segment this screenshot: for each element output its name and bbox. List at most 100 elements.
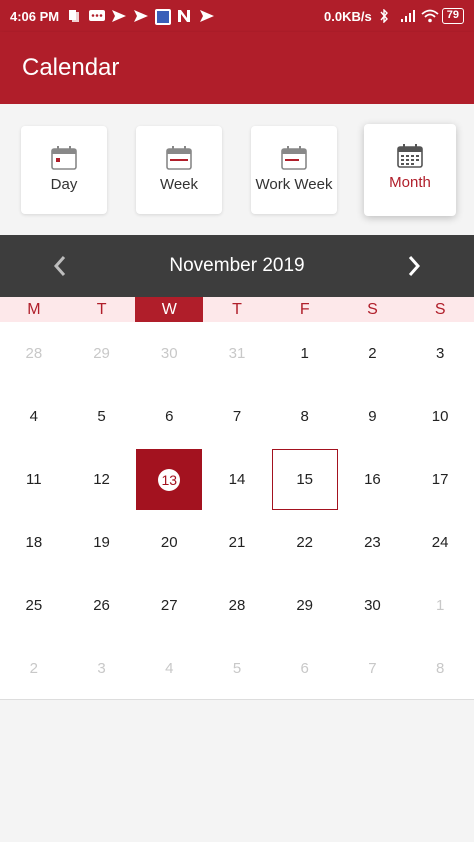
day-cell[interactable]: 28: [203, 574, 271, 637]
view-month-label: Month: [389, 174, 431, 191]
day-cell[interactable]: 28: [0, 322, 68, 385]
previous-month-button[interactable]: [46, 252, 74, 280]
day-cell[interactable]: 8: [271, 385, 339, 448]
day-cell[interactable]: 18: [0, 511, 68, 574]
day-cell[interactable]: 4: [0, 385, 68, 448]
month-header: November 2019: [0, 235, 474, 297]
send-icon: [199, 9, 215, 23]
weekday-label: W: [135, 297, 204, 322]
day-number: 11: [26, 471, 42, 488]
day-cell[interactable]: 21: [203, 511, 271, 574]
day-cell-today[interactable]: 15: [271, 448, 339, 511]
day-number: 8: [435, 660, 445, 677]
send-icon: [111, 9, 127, 23]
day-cell[interactable]: 7: [339, 637, 407, 700]
day-cell[interactable]: 7: [203, 385, 271, 448]
day-number: 30: [364, 597, 381, 614]
day-cell[interactable]: 6: [135, 385, 203, 448]
day-cell[interactable]: 4: [135, 637, 203, 700]
view-work-week-button[interactable]: Work Week: [251, 126, 337, 214]
view-work-week-label: Work Week: [255, 176, 333, 193]
day-number: 4: [29, 408, 39, 425]
day-cell[interactable]: 25: [0, 574, 68, 637]
day-number: 19: [93, 534, 110, 551]
day-number: 16: [364, 471, 381, 488]
view-week-label: Week: [159, 176, 199, 193]
day-number: 23: [364, 534, 381, 551]
day-cell[interactable]: 5: [203, 637, 271, 700]
day-cell[interactable]: 1: [271, 322, 339, 385]
day-cell[interactable]: 27: [135, 574, 203, 637]
day-cell[interactable]: 5: [68, 385, 136, 448]
day-cell[interactable]: 23: [339, 511, 407, 574]
weekday-header: MTWTFSS: [0, 297, 474, 322]
view-day-button[interactable]: Day: [21, 126, 107, 214]
day-number: 24: [431, 534, 449, 551]
app-bar: Calendar: [0, 32, 474, 104]
day-cell[interactable]: 6: [271, 637, 339, 700]
calendar-month-icon: [397, 144, 423, 168]
day-cell[interactable]: 24: [406, 511, 474, 574]
next-month-button[interactable]: [400, 252, 428, 280]
day-cell[interactable]: 12: [68, 448, 136, 511]
send-icon: [133, 9, 149, 23]
day-cell[interactable]: 1: [406, 574, 474, 637]
day-cell[interactable]: 3: [68, 637, 136, 700]
day-cell[interactable]: 29: [68, 322, 136, 385]
day-number: 14: [228, 471, 246, 488]
day-cell[interactable]: 2: [339, 322, 407, 385]
day-number: 2: [368, 345, 377, 362]
day-number: 4: [165, 660, 174, 677]
view-month-button[interactable]: Month: [364, 124, 456, 216]
day-cell[interactable]: 17: [406, 448, 474, 511]
view-week-button[interactable]: Week: [136, 126, 222, 214]
day-number: 18: [25, 534, 43, 551]
day-cell[interactable]: 16: [339, 448, 407, 511]
app-icon: [155, 9, 172, 25]
news-icon: [177, 9, 191, 23]
weekday-label: S: [434, 301, 446, 318]
month-grid: 28 29 30 31 1 2 3 4 5 6 7 8 9 10 11 12 13 14 15 16 17 18 19 20 2…: [0, 322, 474, 700]
wifi-icon: [421, 9, 439, 23]
day-number: 13: [158, 468, 181, 491]
day-number: 6: [300, 660, 309, 677]
day-cell[interactable]: 26: [68, 574, 136, 637]
day-number: 29: [93, 345, 110, 362]
day-cell-selected[interactable]: 13: [135, 448, 203, 511]
day-number: 15: [296, 471, 314, 488]
day-cell[interactable]: 14: [203, 448, 271, 511]
day-cell[interactable]: 22: [271, 511, 339, 574]
calendar-day-icon: [51, 146, 77, 170]
app-title: Calendar: [22, 54, 120, 81]
day-number: 6: [165, 408, 174, 425]
calendar-week-icon: [166, 146, 192, 170]
weekday-label: T: [96, 301, 107, 318]
day-number: 30: [160, 345, 178, 362]
weekday-label: F: [299, 301, 310, 318]
network-speed: 0.0KB/s: [324, 8, 372, 24]
month-title: November 2019: [169, 255, 305, 276]
day-cell[interactable]: 29: [271, 574, 339, 637]
day-cell[interactable]: 2: [0, 637, 68, 700]
day-cell[interactable]: 20: [135, 511, 203, 574]
day-cell[interactable]: 11: [0, 448, 68, 511]
day-number: 25: [25, 597, 43, 614]
battery-icon: 79: [441, 8, 464, 24]
day-cell[interactable]: 8: [406, 637, 474, 700]
weekday-label: T: [232, 301, 242, 318]
day-cell[interactable]: 31: [203, 322, 271, 385]
day-number: 1: [300, 345, 309, 362]
day-number: 3: [97, 660, 106, 677]
day-cell[interactable]: 9: [339, 385, 407, 448]
day-number: 20: [160, 534, 178, 551]
status-time: 4:06 PM: [10, 8, 60, 24]
day-number: 22: [296, 534, 314, 551]
day-cell[interactable]: 19: [68, 511, 136, 574]
day-number: 1: [435, 597, 445, 614]
day-cell[interactable]: 3: [406, 322, 474, 385]
weekday-label: S: [367, 301, 378, 318]
day-cell[interactable]: 30: [339, 574, 407, 637]
day-cell[interactable]: 30: [135, 322, 203, 385]
day-number: 3: [435, 345, 445, 362]
day-cell[interactable]: 10: [406, 385, 474, 448]
